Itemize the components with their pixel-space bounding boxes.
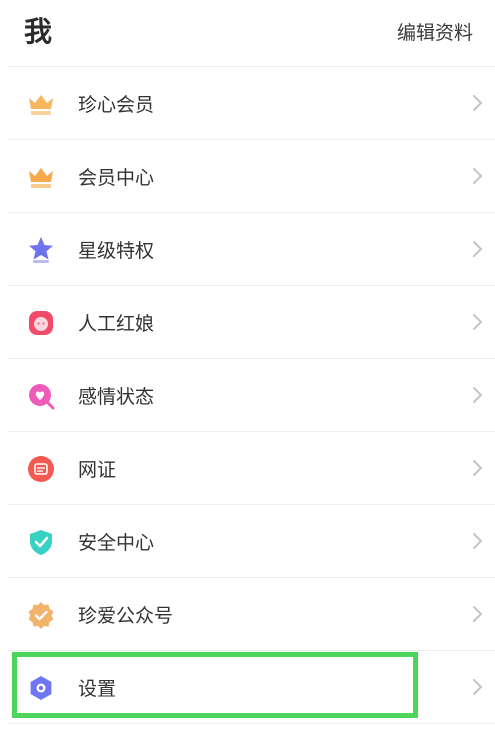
menu-item-star-privileges[interactable]: 星级特权 <box>8 213 495 286</box>
matchmaker-icon <box>29 311 53 335</box>
chevron-right-icon <box>473 460 483 476</box>
shield-check-icon <box>30 530 52 555</box>
menu-item-label: 网证 <box>78 459 117 481</box>
chevron-right-icon <box>473 679 483 695</box>
menu-item-settings[interactable]: 设置 <box>8 651 495 724</box>
menu-list: 珍心会员 会员中心 星级特权 人工红娘 感情状态 网证 安全中心 珍爱公众号 设… <box>8 66 495 724</box>
settings-gear-icon <box>30 676 52 700</box>
menu-item-label: 人工红娘 <box>78 313 155 335</box>
menu-item-relationship-status[interactable]: 感情状态 <box>8 359 495 432</box>
edit-profile-button[interactable]: 编辑资料 <box>397 18 473 45</box>
chevron-right-icon <box>473 95 483 111</box>
page-title: 我 <box>24 15 53 48</box>
chevron-right-icon <box>473 241 483 257</box>
star-icon <box>29 237 53 263</box>
chevron-right-icon <box>473 387 483 403</box>
menu-item-vip-membership[interactable]: 珍心会员 <box>8 67 495 140</box>
heart-search-icon <box>29 384 55 410</box>
menu-item-label: 感情状态 <box>78 386 155 408</box>
chevron-right-icon <box>473 168 483 184</box>
chevron-right-icon <box>473 533 483 549</box>
verified-badge-icon <box>28 602 54 629</box>
menu-item-member-center[interactable]: 会员中心 <box>8 140 495 213</box>
menu-item-label: 安全中心 <box>78 532 155 554</box>
menu-item-label: 珍心会员 <box>78 94 155 116</box>
crown-icon <box>29 95 53 115</box>
menu-item-official-account[interactable]: 珍爱公众号 <box>8 578 495 651</box>
top-header: 我 编辑资料 <box>0 0 495 66</box>
menu-item-label: 珍爱公众号 <box>78 605 174 627</box>
menu-item-matchmaker[interactable]: 人工红娘 <box>8 286 495 359</box>
menu-item-security-center[interactable]: 安全中心 <box>8 505 495 578</box>
crown-icon <box>29 168 53 188</box>
chevron-right-icon <box>473 606 483 622</box>
menu-item-label: 星级特权 <box>78 240 155 262</box>
menu-item-online-id[interactable]: 网证 <box>8 432 495 505</box>
menu-item-label: 会员中心 <box>78 167 155 189</box>
id-badge-icon <box>28 456 54 482</box>
chevron-right-icon <box>473 314 483 330</box>
menu-item-label: 设置 <box>78 678 117 700</box>
